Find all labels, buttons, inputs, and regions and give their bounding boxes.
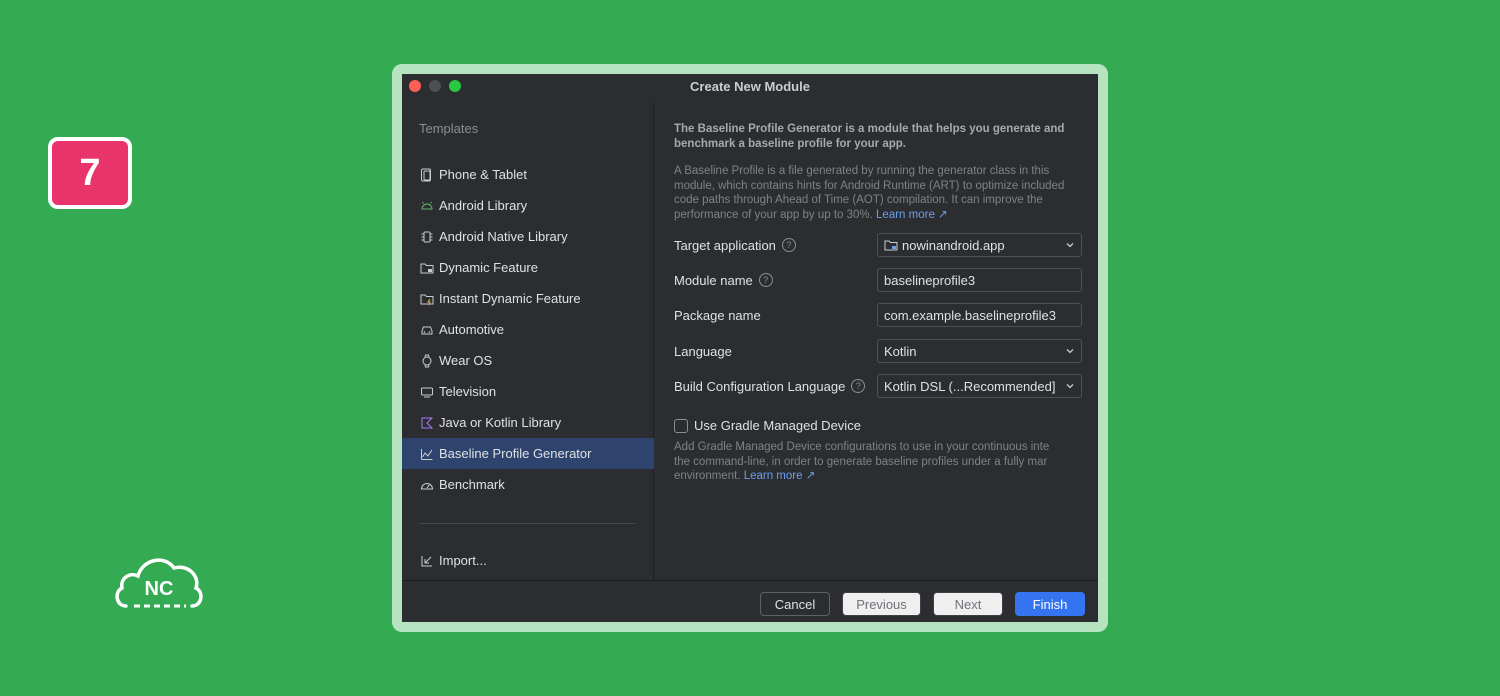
description-title: The Baseline Profile Generator is a modu… — [674, 123, 1065, 150]
cancel-button[interactable]: Cancel — [760, 592, 830, 616]
template-dynamic-feature[interactable]: Dynamic Feature — [402, 252, 654, 283]
template-java-kotlin-library[interactable]: Java or Kotlin Library — [402, 407, 654, 438]
template-label: Android Native Library — [439, 229, 568, 244]
template-label: Dynamic Feature — [439, 260, 538, 275]
chevron-down-icon — [1066, 243, 1074, 248]
title-bar: Create New Module — [402, 74, 1098, 98]
learn-more-link[interactable]: Learn more ↗ — [876, 209, 948, 221]
templates-list: Phone & Tablet Android Library Android N… — [402, 159, 654, 500]
gmd-line-1: Add Gradle Managed Device configurations… — [674, 441, 1050, 453]
tv-icon — [421, 387, 433, 397]
help-icon[interactable]: ? — [851, 379, 866, 393]
finish-button[interactable]: Finish — [1015, 592, 1085, 616]
gmd-line-3: environment. — [674, 470, 741, 483]
build-config-language-value: Kotlin DSL (...Recommended] — [884, 378, 1056, 394]
template-label: Java or Kotlin Library — [439, 415, 562, 430]
template-label: Wear OS — [439, 353, 493, 368]
chevron-down-icon — [1066, 384, 1074, 389]
nc-cloud-logo: NC — [115, 558, 203, 608]
target-application-select[interactable]: nowinandroid.app — [877, 233, 1082, 257]
template-television[interactable]: Television — [402, 376, 654, 407]
gradle-managed-device-description: Add Gradle Managed Device configurations… — [674, 440, 1086, 484]
logo-text: NC — [145, 578, 174, 600]
kotlin-icon — [421, 417, 434, 428]
sidebar-divider — [419, 523, 635, 524]
help-icon[interactable]: ? — [758, 273, 773, 287]
package-name-input[interactable]: com.example.baselineprofile3 — [877, 303, 1082, 327]
language-value: Kotlin — [884, 343, 917, 359]
close-window-button[interactable] — [409, 80, 421, 92]
android-icon — [421, 201, 433, 209]
minimize-window-button[interactable] — [429, 80, 441, 92]
build-config-language-label: Build Configuration Language — [674, 378, 846, 394]
create-module-dialog: Create New Module Templates Phone & Tabl… — [402, 74, 1098, 622]
target-application-row: Target application ? nowinandroid.app — [674, 233, 1084, 257]
build-config-language-select[interactable]: Kotlin DSL (...Recommended] — [877, 374, 1082, 398]
help-icon[interactable]: ? — [781, 238, 796, 252]
target-application-value: nowinandroid.app — [902, 237, 1005, 253]
module-folder-icon — [884, 240, 898, 251]
module-name-input[interactable]: baselineprofile3 — [877, 268, 1082, 292]
gradle-managed-device-label[interactable]: Use Gradle Managed Device — [694, 418, 861, 433]
template-baseline-profile-generator[interactable]: Baseline Profile Generator — [402, 438, 654, 469]
templates-sidebar: Templates Phone & Tablet Android Library… — [402, 102, 654, 580]
description-body: A Baseline Profile is a file generated b… — [674, 164, 1084, 223]
package-name-label: Package name — [674, 307, 761, 323]
native-library-icon — [421, 231, 433, 242]
template-benchmark[interactable]: Benchmark — [402, 469, 654, 500]
template-label: Automotive — [439, 322, 505, 337]
step-number: 7 — [79, 151, 101, 194]
package-name-row: Package name com.example.baselineprofile… — [674, 303, 1084, 327]
template-phone-tablet[interactable]: Phone & Tablet — [402, 159, 654, 190]
template-instant-dynamic-feature[interactable]: Instant Dynamic Feature — [402, 283, 654, 314]
dialog-footer: Cancel Previous Next Finish — [402, 580, 1098, 622]
build-config-language-row: Build Configuration Language ? Kotlin DS… — [674, 374, 1084, 398]
language-select[interactable]: Kotlin — [877, 339, 1082, 363]
template-label: Android Library — [439, 198, 528, 213]
module-name-row: Module name ? baselineprofile3 — [674, 268, 1084, 292]
window-controls — [409, 80, 461, 92]
template-label: Instant Dynamic Feature — [439, 291, 581, 306]
template-android-native-library[interactable]: Android Native Library — [402, 221, 654, 252]
import-arrow-icon — [421, 555, 432, 566]
gmd-line-2: the command-line, in order to generate b… — [674, 455, 1048, 468]
chevron-down-icon — [1066, 349, 1074, 354]
maximize-window-button[interactable] — [449, 80, 461, 92]
gmd-learn-more-link[interactable]: Learn more ↗ — [744, 470, 816, 482]
template-wear-os[interactable]: Wear OS — [402, 345, 654, 376]
gradle-managed-device-row[interactable]: Use Gradle Managed Device — [674, 418, 861, 433]
module-name-label: Module name — [674, 272, 753, 288]
gauge-icon — [420, 482, 434, 489]
instant-feature-icon — [420, 294, 434, 305]
watch-icon — [422, 354, 432, 367]
template-label: Baseline Profile Generator — [439, 446, 592, 461]
description-text: A Baseline Profile is a file generated b… — [674, 165, 1065, 222]
template-android-library[interactable]: Android Library — [402, 190, 654, 221]
import-label: Import... — [439, 553, 487, 568]
next-button[interactable]: Next — [933, 592, 1003, 616]
template-label: Phone & Tablet — [439, 167, 527, 182]
target-application-label: Target application — [674, 237, 776, 253]
previous-button[interactable]: Previous — [842, 592, 921, 616]
template-automotive[interactable]: Automotive — [402, 314, 654, 345]
language-label: Language — [674, 343, 732, 359]
module-settings-panel: The Baseline Profile Generator is a modu… — [674, 102, 1084, 580]
step-badge: 7 — [48, 137, 132, 209]
template-label: Benchmark — [439, 477, 505, 492]
gradle-managed-device-checkbox[interactable] — [674, 418, 688, 433]
profile-chart-icon — [421, 448, 433, 460]
import-module-item[interactable]: Import... — [402, 545, 654, 576]
templates-heading: Templates — [419, 121, 479, 136]
car-icon — [421, 326, 433, 334]
dialog-title: Create New Module — [690, 78, 810, 94]
phone-tablet-icon — [421, 168, 431, 181]
template-label: Television — [439, 384, 497, 399]
language-row: Language Kotlin — [674, 339, 1084, 363]
dynamic-feature-icon — [420, 263, 434, 273]
